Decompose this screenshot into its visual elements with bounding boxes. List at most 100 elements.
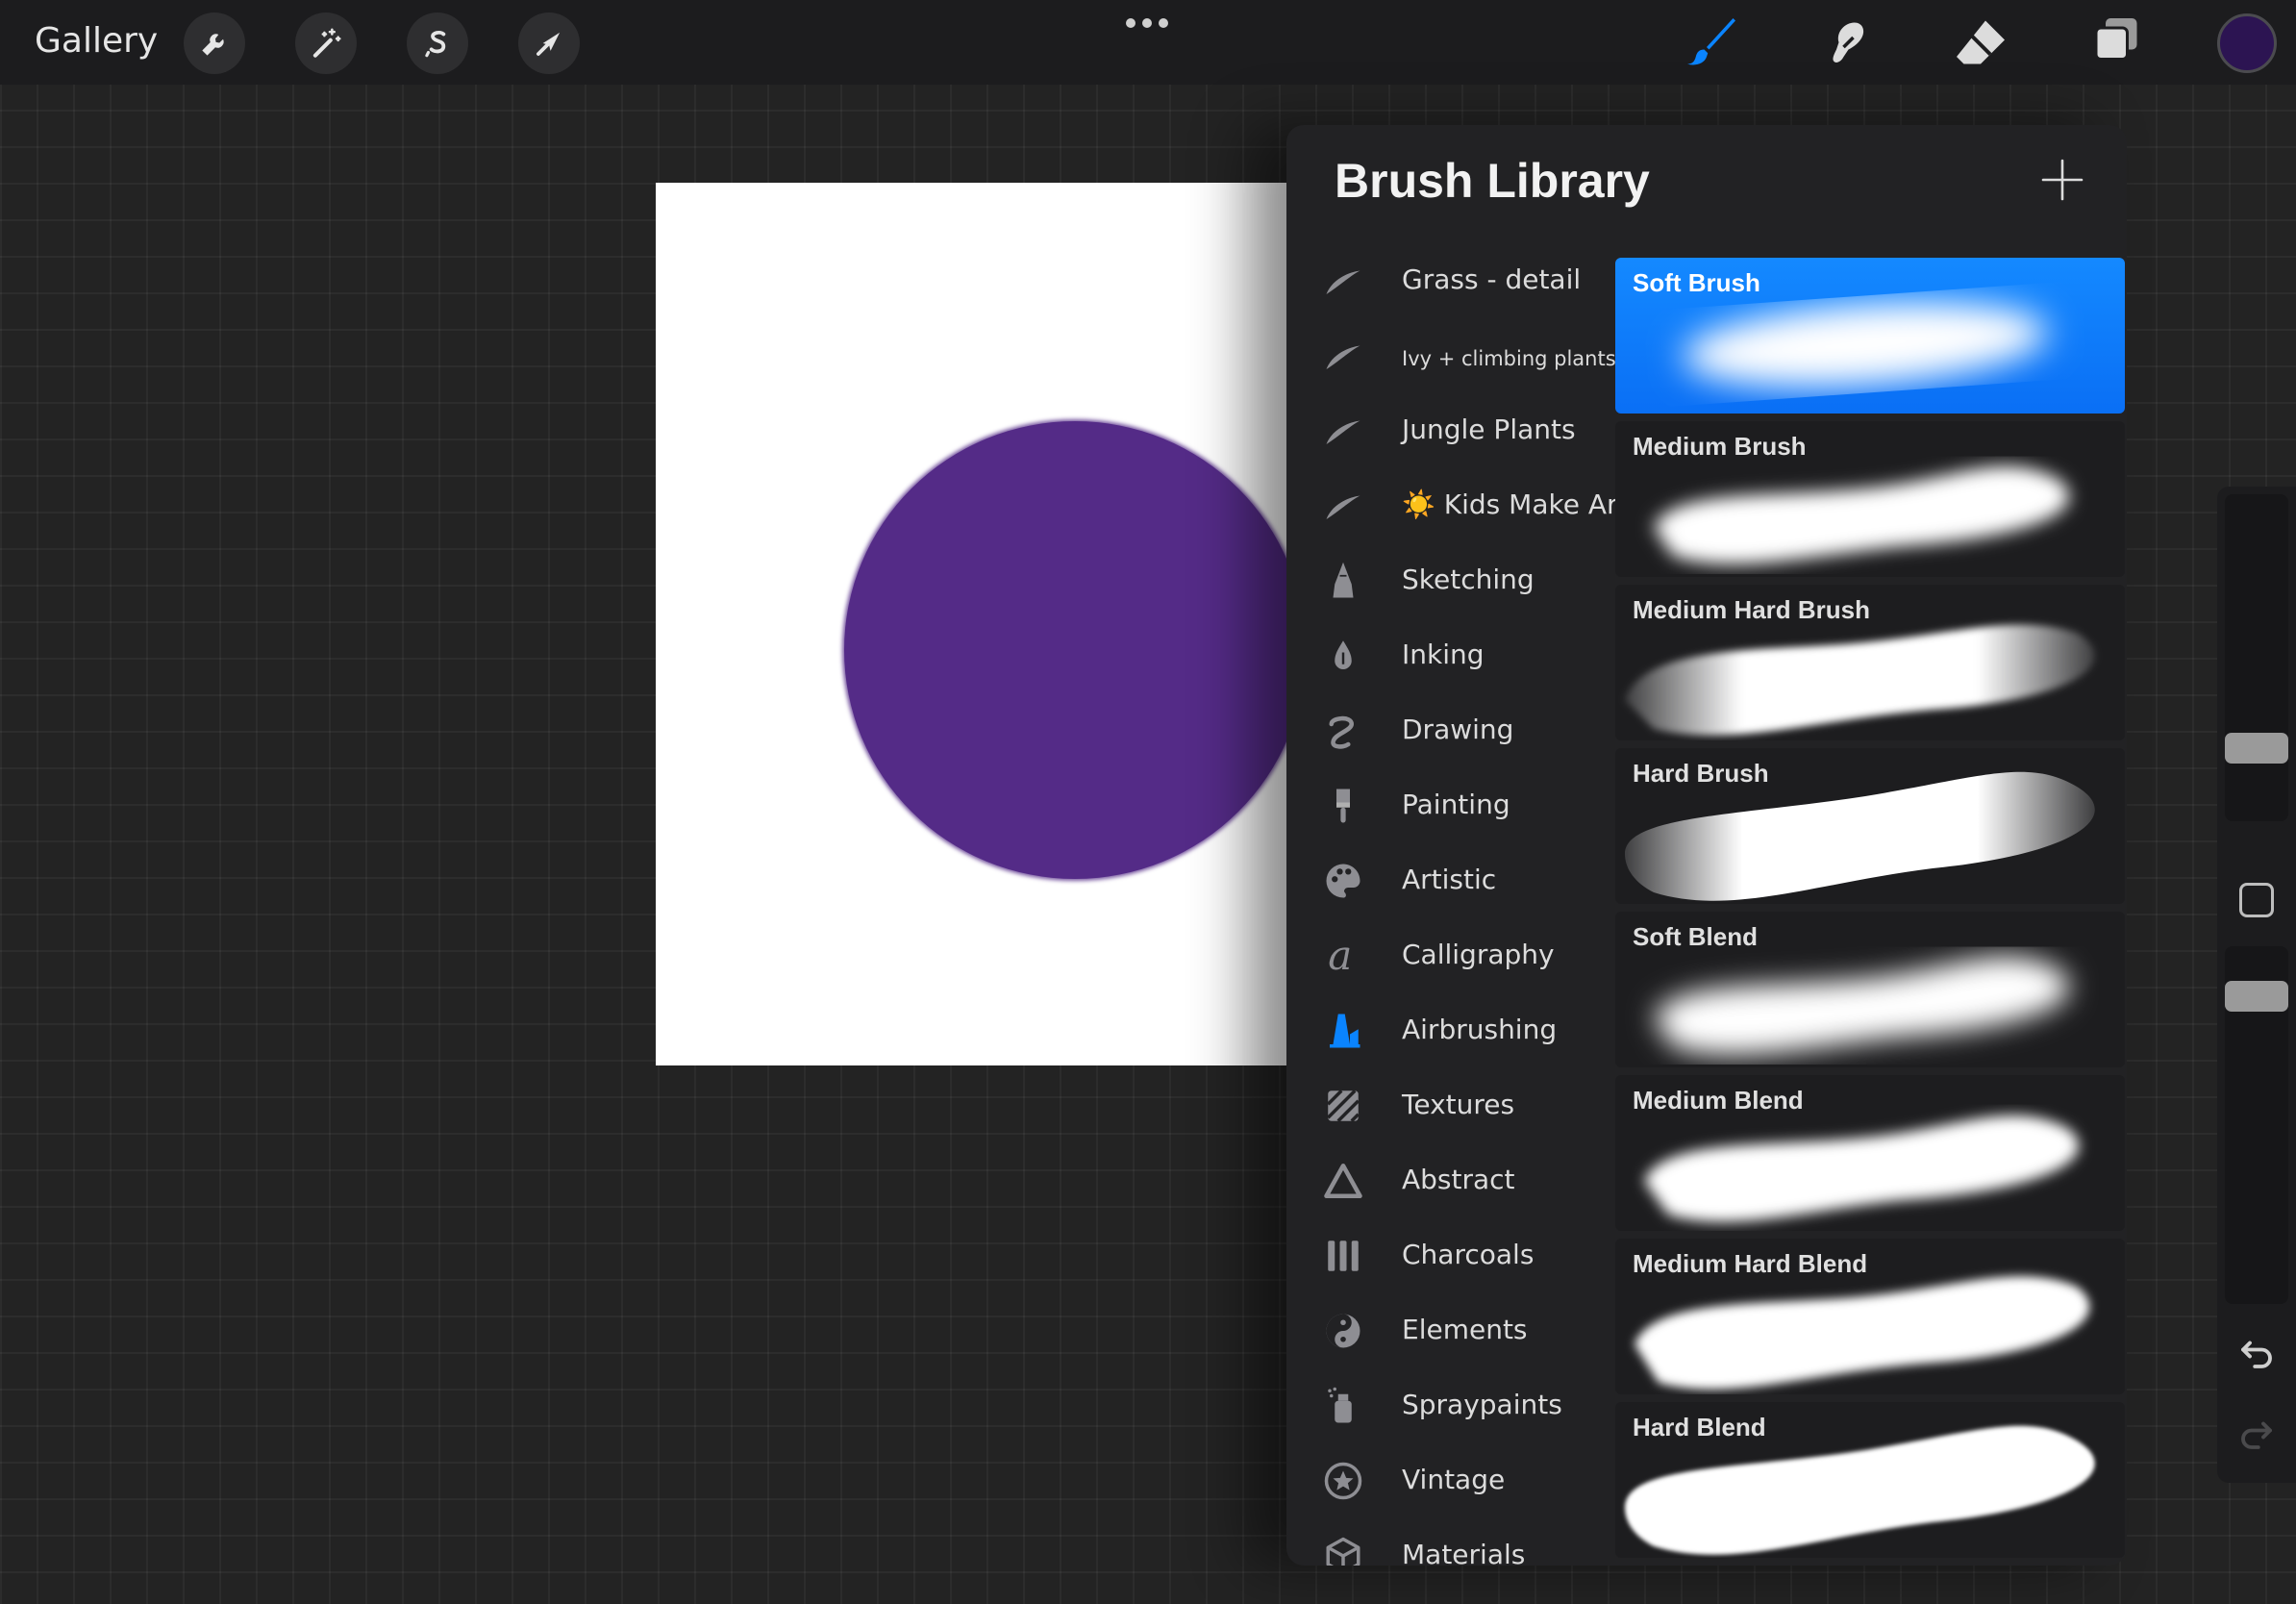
- brush-library-panel: Brush Library Grass - detail Ivy + climb…: [1286, 125, 2127, 1566]
- brush-medium-blend[interactable]: Medium Blend: [1615, 1075, 2125, 1231]
- brush-sets-list: Grass - detail Ivy + climbing plants Jun…: [1286, 242, 1639, 1566]
- squiggle-icon: [1321, 709, 1365, 753]
- stroke-icon: [1321, 484, 1365, 528]
- smudge-tool-button[interactable]: [1811, 10, 1881, 75]
- painted-circle: [844, 421, 1290, 879]
- brush-set-label: Jungle Plants: [1402, 414, 1576, 445]
- paint-tool-button[interactable]: [1677, 10, 1746, 75]
- panel-title: Brush Library: [1335, 154, 1650, 208]
- smudge-icon: [1833, 22, 1864, 63]
- calligraphy-icon: a: [1321, 934, 1365, 978]
- arrow-transform-icon: [537, 32, 561, 56]
- brush-medium-brush[interactable]: Medium Brush: [1615, 421, 2125, 577]
- brush-set-spraypaints[interactable]: Spraypaints: [1286, 1367, 1613, 1442]
- brush-hard-blend[interactable]: Hard Blend: [1615, 1402, 2125, 1558]
- plus-icon: [2041, 159, 2084, 201]
- stroke-icon: [1321, 409, 1365, 453]
- brush-set-label: Sketching: [1402, 564, 1535, 595]
- ink-drop-icon: [1321, 634, 1365, 678]
- brush-set-label: Spraypaints: [1402, 1389, 1562, 1420]
- brush-set-label: Abstract: [1402, 1164, 1515, 1195]
- stroke-icon: [1321, 259, 1365, 303]
- spray-can-icon: [1321, 1384, 1365, 1428]
- layers-icon: [2094, 18, 2137, 61]
- brush-set-artistic[interactable]: Artistic: [1286, 842, 1613, 917]
- brush-set-inking[interactable]: Inking: [1286, 617, 1613, 692]
- brush-name: Hard Blend: [1633, 1413, 1766, 1441]
- undo-icon: [2241, 1341, 2272, 1368]
- brush-medium-hard-blend[interactable]: Medium Hard Blend: [1615, 1239, 2125, 1394]
- texture-icon: [1321, 1084, 1365, 1128]
- brush-size-handle[interactable]: [2225, 733, 2288, 764]
- redo-icon: [2241, 1421, 2272, 1449]
- more-options-icon[interactable]: [1123, 15, 1171, 31]
- selection-s-icon: [425, 30, 446, 58]
- brush-set-jungle-plants[interactable]: Jungle Plants: [1286, 392, 1613, 467]
- brush-set-painting[interactable]: Painting: [1286, 767, 1613, 842]
- brush-set-label: Calligraphy: [1402, 939, 1555, 970]
- paintbrush-icon: [1321, 784, 1365, 828]
- brush-set-label: Charcoals: [1402, 1239, 1535, 1270]
- brush-set-abstract[interactable]: Abstract: [1286, 1142, 1613, 1217]
- svg-text:a: a: [1328, 936, 1352, 976]
- brush-name: Medium Brush: [1633, 432, 1807, 461]
- gallery-button[interactable]: Gallery: [35, 19, 158, 63]
- brush-name: Hard Brush: [1633, 759, 1769, 788]
- palette-icon: [1321, 859, 1365, 903]
- brush-name: Medium Hard Brush: [1633, 595, 1871, 624]
- color-picker-swatch[interactable]: [2217, 13, 2277, 73]
- brush-set-drawing[interactable]: Drawing: [1286, 692, 1613, 767]
- transform-button[interactable]: [518, 13, 580, 74]
- brush-size-slider[interactable]: [2225, 494, 2288, 821]
- yin-yang-icon: [1321, 1309, 1365, 1353]
- brush-set-label: Vintage: [1402, 1464, 1506, 1495]
- magic-wand-icon: [312, 28, 341, 58]
- brush-set-kids-make-art[interactable]: ☀️ Kids Make Art!: [1286, 467, 1639, 542]
- brush-hard-brush[interactable]: Hard Brush: [1615, 748, 2125, 904]
- brush-set-elements[interactable]: Elements: [1286, 1292, 1613, 1367]
- brush-soft-blend[interactable]: Soft Blend: [1615, 912, 2125, 1067]
- modify-button[interactable]: [2239, 883, 2274, 917]
- brush-set-label: Airbrushing: [1402, 1014, 1558, 1045]
- brush-set-label: Grass - detail: [1402, 263, 1582, 295]
- brush-set-sketching[interactable]: Sketching: [1286, 542, 1613, 617]
- top-toolbar: Gallery: [0, 0, 2296, 85]
- brush-set-label: ☀️ Kids Make Art!: [1402, 489, 1639, 520]
- brush-set-airbrushing[interactable]: Airbrushing: [1286, 992, 1613, 1067]
- opacity-handle[interactable]: [2225, 981, 2288, 1012]
- brush-set-label: Materials: [1402, 1539, 1526, 1566]
- brush-name: Soft Blend: [1633, 922, 1758, 951]
- brush-set-charcoals[interactable]: Charcoals: [1286, 1217, 1613, 1292]
- selection-button[interactable]: [407, 13, 468, 74]
- brush-set-label: Inking: [1402, 639, 1485, 670]
- adjustments-button[interactable]: [295, 13, 357, 74]
- pencil-icon: [1321, 559, 1365, 603]
- brush-set-label: Textures: [1402, 1089, 1515, 1120]
- brush-set-grass-detail[interactable]: Grass - detail: [1286, 242, 1613, 317]
- brush-set-ivy[interactable]: Ivy + climbing plants: [1286, 317, 1616, 392]
- layers-button[interactable]: [2081, 10, 2150, 75]
- redo-button[interactable]: [2236, 1414, 2277, 1454]
- brush-name: Medium Hard Blend: [1633, 1249, 1868, 1278]
- brush-set-label: Elements: [1402, 1314, 1528, 1345]
- add-brush-set-button[interactable]: [2040, 158, 2084, 202]
- brush-set-label: Ivy + climbing plants: [1402, 347, 1616, 370]
- undo-button[interactable]: [2236, 1333, 2277, 1373]
- airbrush-icon: [1321, 1009, 1365, 1053]
- triangle-icon: [1321, 1159, 1365, 1203]
- eraser-icon: [1957, 20, 2005, 64]
- stroke-icon: [1321, 334, 1365, 378]
- brush-set-vintage[interactable]: Vintage: [1286, 1442, 1613, 1517]
- brush-soft-brush[interactable]: Soft Brush: [1615, 258, 2125, 414]
- brush-set-materials[interactable]: Materials: [1286, 1517, 1613, 1566]
- brush-medium-hard-brush[interactable]: Medium Hard Brush: [1615, 585, 2125, 740]
- eraser-tool-button[interactable]: [1946, 10, 2015, 75]
- cube-icon: [1321, 1534, 1365, 1566]
- brush-set-textures[interactable]: Textures: [1286, 1067, 1613, 1142]
- brush-icon: [1687, 18, 1735, 65]
- brush-set-calligraphy[interactable]: a Calligraphy: [1286, 917, 1613, 992]
- drawing-canvas[interactable]: [656, 183, 1290, 1065]
- actions-button[interactable]: [184, 13, 245, 74]
- brush-set-label: Artistic: [1402, 864, 1497, 895]
- brush-name: Medium Blend: [1633, 1086, 1804, 1115]
